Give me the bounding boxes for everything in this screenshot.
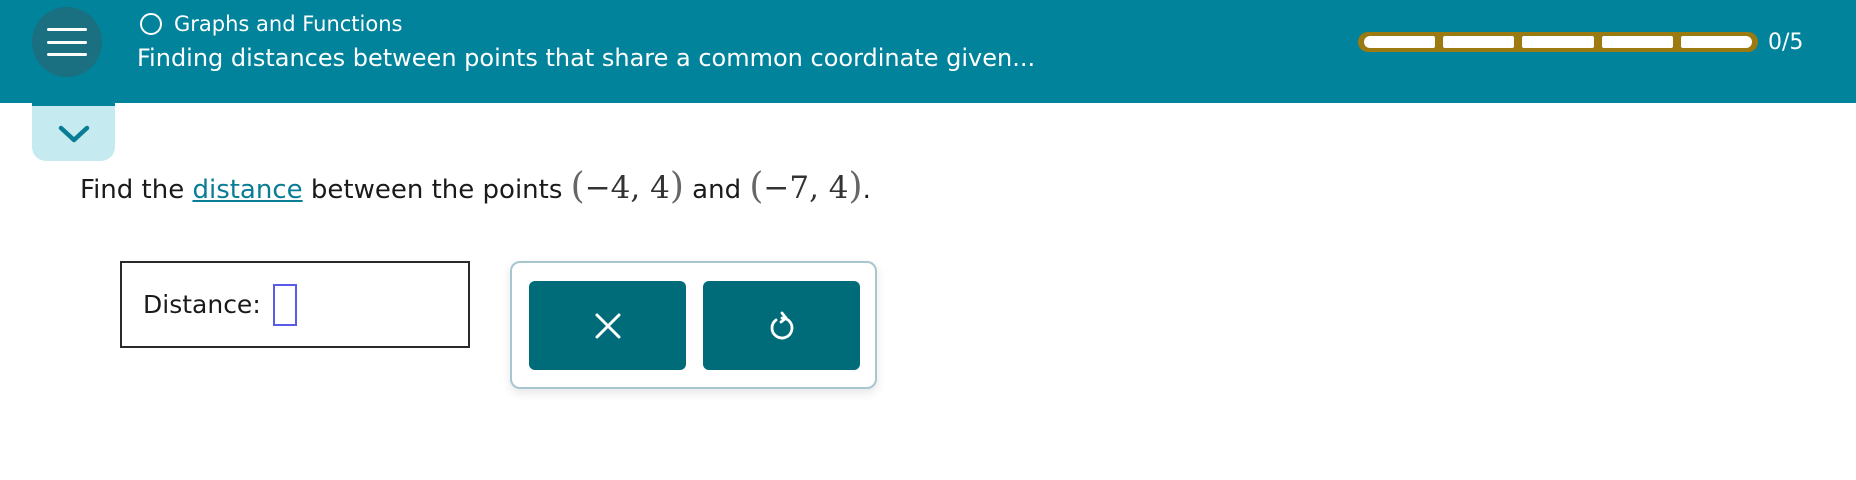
distance-label: Distance: xyxy=(143,290,261,319)
topic-title: Graphs and Functions xyxy=(140,12,402,36)
progress-bar xyxy=(1358,32,1758,52)
question-prefix: Find the xyxy=(80,175,193,205)
progress-segment xyxy=(1364,36,1436,48)
point-two: (−7, 4) xyxy=(749,166,863,207)
progress-segment xyxy=(1443,36,1515,48)
question-middle: between the points xyxy=(302,175,571,205)
question-connector: and xyxy=(683,175,750,205)
undo-arrow-icon xyxy=(770,311,793,339)
question-text: Find the distance between the points (−4… xyxy=(80,166,871,207)
hamburger-menu-icon xyxy=(47,28,87,56)
circle-outline-icon xyxy=(140,13,162,35)
undo-button[interactable] xyxy=(703,281,860,370)
topic-label: Graphs and Functions xyxy=(174,12,403,36)
progress-segment xyxy=(1522,36,1594,48)
header-bar: Graphs and Functions Finding distances b… xyxy=(0,0,1856,103)
clear-button[interactable] xyxy=(529,281,686,370)
collapse-toggle-button[interactable] xyxy=(32,103,115,161)
distance-input[interactable] xyxy=(272,283,297,326)
question-suffix: . xyxy=(862,175,871,205)
progress-segment xyxy=(1680,36,1753,48)
answer-box: Distance: xyxy=(120,261,470,348)
answer-tools-panel xyxy=(510,261,877,389)
menu-button[interactable] xyxy=(32,7,102,77)
chevron-down-icon xyxy=(58,125,89,142)
close-x-icon xyxy=(595,313,620,338)
distance-definition-link[interactable]: distance xyxy=(192,175,302,205)
progress-segment xyxy=(1601,36,1673,48)
point-one: (−4, 4) xyxy=(570,166,684,207)
lesson-subtitle: Finding distances between points that sh… xyxy=(137,44,1036,72)
progress-count: 0/5 xyxy=(1768,30,1804,55)
